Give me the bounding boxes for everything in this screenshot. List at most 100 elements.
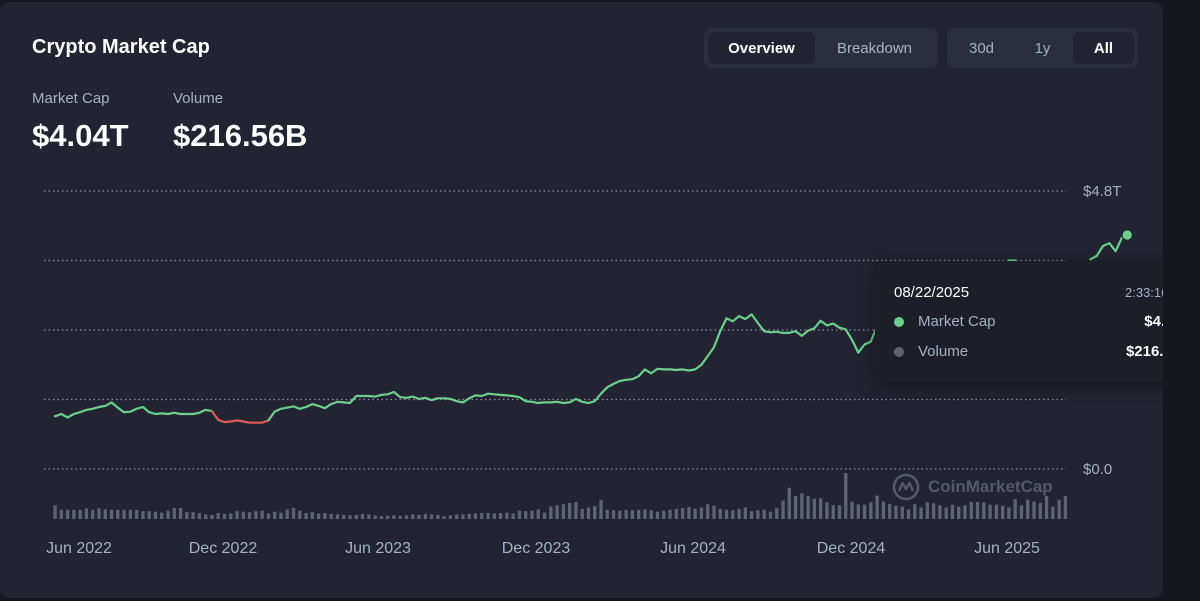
volume-bar bbox=[931, 503, 936, 519]
volume-bar bbox=[404, 515, 409, 519]
volume-bar bbox=[442, 516, 446, 519]
volume-bar bbox=[762, 509, 766, 519]
volume-bar bbox=[611, 510, 616, 519]
volume-bar bbox=[894, 505, 898, 519]
volume-bar bbox=[724, 509, 729, 519]
volume-bar bbox=[994, 504, 999, 519]
volume-bar bbox=[875, 495, 879, 519]
tooltip-row-market-cap: Market Cap $4.04T bbox=[894, 312, 1163, 332]
volume-bar bbox=[749, 511, 754, 519]
volume-bar bbox=[72, 509, 76, 519]
volume-bar bbox=[975, 501, 980, 519]
volume-bar bbox=[191, 512, 195, 519]
volume-bar bbox=[862, 504, 867, 519]
volume-dot-icon bbox=[894, 347, 904, 357]
volume-bar bbox=[718, 508, 722, 519]
volume-bar bbox=[919, 507, 923, 519]
volume-bar bbox=[662, 510, 666, 519]
volume-bar bbox=[630, 510, 635, 519]
volume-bar bbox=[844, 473, 848, 519]
volume-bar bbox=[486, 513, 490, 519]
volume-bar bbox=[831, 505, 835, 519]
x-tick-label-4: Jun 2024 bbox=[660, 540, 726, 557]
market-cap-line-1 bbox=[210, 410, 270, 424]
volume-bar bbox=[216, 513, 220, 519]
volume-bar bbox=[618, 510, 622, 519]
volume-bar bbox=[254, 511, 258, 519]
volume-bar bbox=[938, 505, 942, 519]
volume-bar bbox=[448, 515, 453, 519]
volume-bar bbox=[969, 501, 973, 519]
volume-bar bbox=[134, 509, 139, 519]
volume-bar bbox=[768, 511, 773, 519]
market-cap-line-0 bbox=[53, 401, 213, 419]
volume-bar bbox=[398, 515, 402, 519]
market-cap-line-3 bbox=[1089, 233, 1129, 261]
volume-bar bbox=[423, 513, 427, 519]
watermark-text: CoinMarketCap bbox=[928, 477, 1053, 496]
volume-bar bbox=[812, 498, 817, 519]
volume-bar bbox=[775, 507, 779, 519]
x-tick-label-6: Jun 2025 bbox=[974, 540, 1040, 557]
volume-bar bbox=[787, 487, 791, 519]
volume-bar bbox=[166, 510, 170, 519]
volume-bar bbox=[505, 512, 509, 519]
volume-bar bbox=[116, 509, 120, 519]
volume-bar bbox=[511, 513, 515, 519]
volume-bar bbox=[906, 509, 911, 519]
volume-bar bbox=[536, 509, 540, 519]
coinmarketcap-watermark: CoinMarketCap bbox=[892, 472, 1053, 502]
highlight-point-marker bbox=[1121, 229, 1134, 241]
volume-bar bbox=[354, 514, 358, 519]
volume-bar bbox=[329, 513, 333, 519]
volume-bar bbox=[1019, 505, 1024, 519]
volume-bar bbox=[473, 513, 478, 519]
volume-bar bbox=[549, 506, 553, 519]
volume-bar bbox=[266, 513, 271, 519]
y-tick-label-1: $0.0 bbox=[1083, 461, 1112, 478]
volume-bar bbox=[1007, 507, 1011, 519]
volume-bar bbox=[304, 513, 308, 519]
volume-bar bbox=[91, 509, 95, 519]
volume-bar bbox=[323, 513, 327, 519]
volume-bar bbox=[712, 505, 716, 519]
x-tick-label-0: Jun 2022 bbox=[46, 540, 112, 557]
volume-bar bbox=[950, 504, 955, 519]
x-tick-label-5: Dec 2024 bbox=[817, 540, 886, 557]
volume-bar bbox=[342, 514, 346, 519]
volume-bar bbox=[850, 501, 854, 519]
volume-bar bbox=[580, 508, 584, 519]
volume-bar bbox=[392, 515, 396, 519]
volume-bar bbox=[178, 507, 183, 519]
volume-bar bbox=[593, 506, 597, 519]
volume-bar bbox=[235, 511, 239, 519]
volume-bar bbox=[379, 516, 384, 519]
volume-bar bbox=[204, 514, 208, 519]
volume-bar bbox=[241, 511, 245, 519]
volume-bar bbox=[373, 515, 377, 519]
volume-bar bbox=[649, 510, 653, 519]
volume-bar bbox=[643, 509, 647, 519]
volume-bar bbox=[731, 510, 735, 519]
volume-bar bbox=[687, 507, 691, 519]
volume-bar bbox=[367, 514, 371, 519]
volume-bar bbox=[273, 511, 277, 519]
volume-bar bbox=[197, 513, 202, 519]
volume-bar bbox=[348, 515, 352, 519]
volume-bar bbox=[492, 513, 496, 519]
volume-bar bbox=[153, 511, 158, 519]
volume-bar bbox=[982, 502, 986, 519]
volume-bar bbox=[988, 504, 992, 519]
volume-bar bbox=[147, 511, 151, 519]
volume-bar bbox=[542, 512, 547, 519]
volume-bar bbox=[185, 512, 189, 519]
volume-bar bbox=[881, 501, 886, 519]
market-cap-dot-icon bbox=[894, 317, 904, 327]
volume-bar bbox=[1032, 501, 1036, 519]
volume-bar bbox=[335, 514, 340, 519]
volume-bar bbox=[856, 504, 860, 519]
volume-bar bbox=[128, 509, 133, 519]
volume-bar bbox=[141, 511, 145, 519]
volume-bar bbox=[285, 509, 289, 519]
volume-bar bbox=[480, 513, 484, 519]
